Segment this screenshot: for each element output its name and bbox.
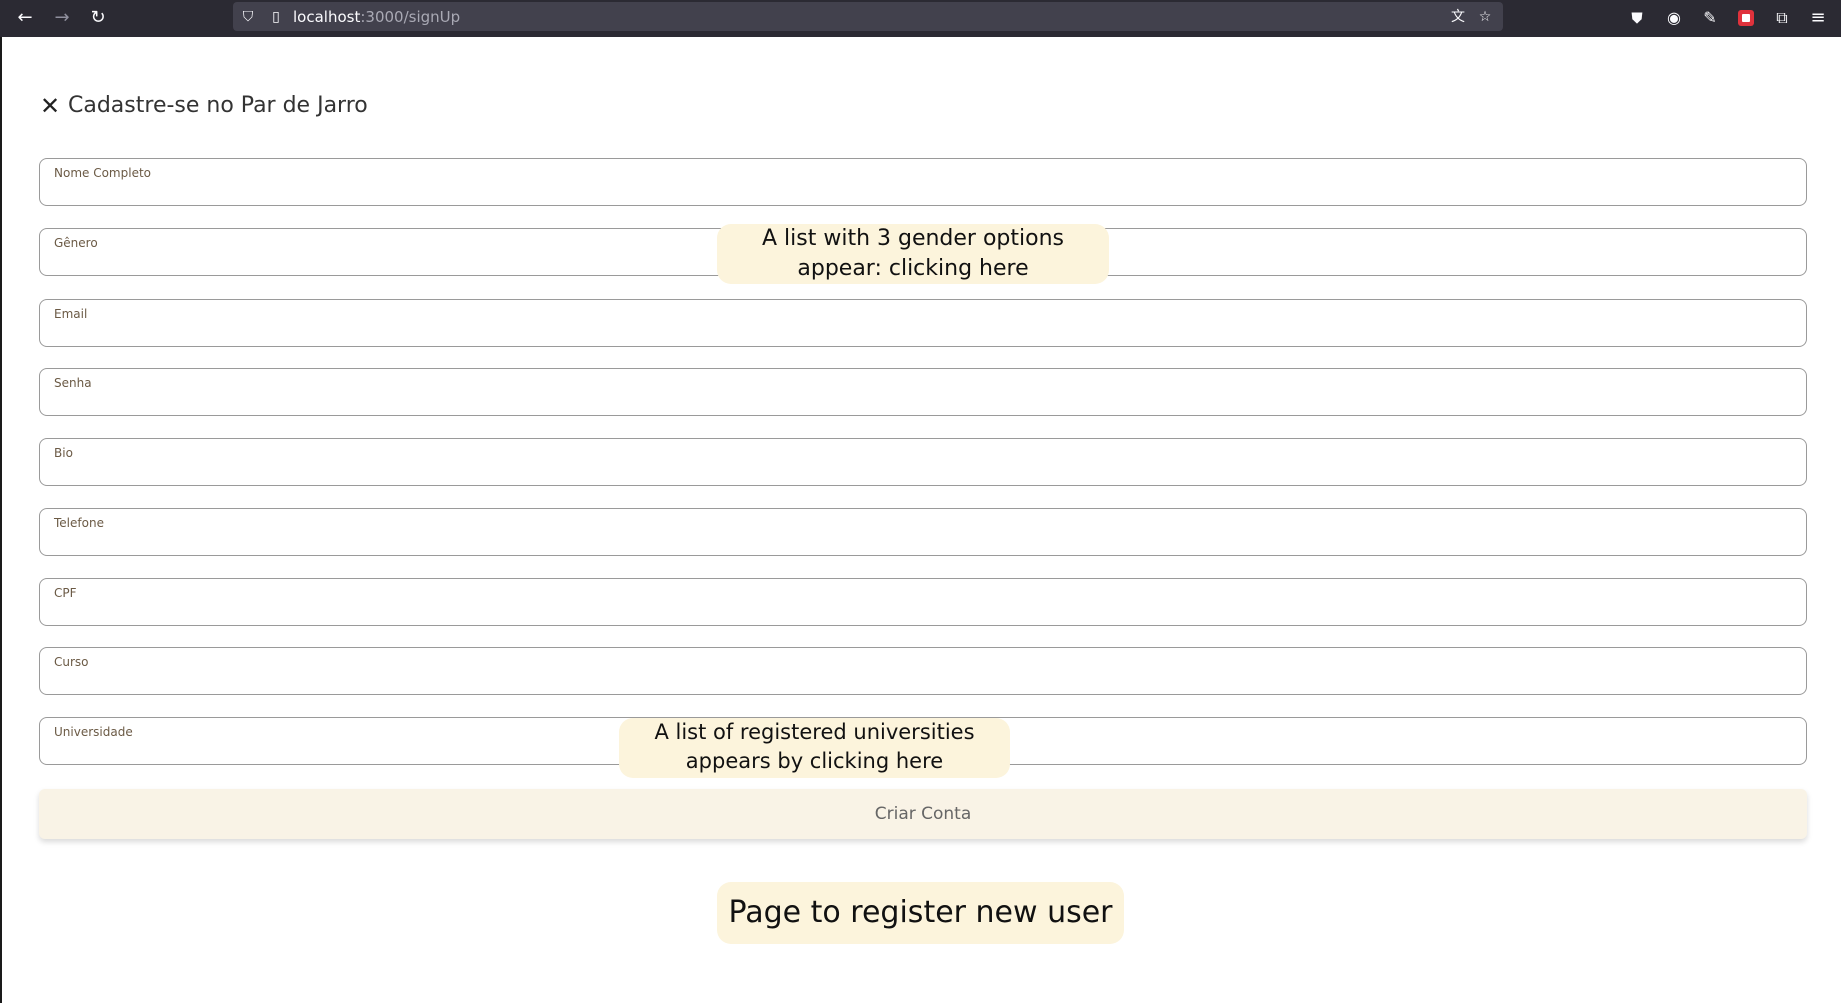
field-label: Bio — [54, 446, 73, 460]
university-annotation: A list of registered universities appear… — [619, 718, 1010, 778]
extension-red-icon[interactable] — [1733, 5, 1759, 31]
field-label: Gênero — [54, 236, 98, 250]
annotation-line: appear: clicking here — [797, 256, 1029, 281]
forward-icon[interactable]: → — [49, 5, 75, 31]
signup-page: ✕ Cadastre-se no Par de Jarro Nome Compl… — [0, 37, 1841, 1003]
annotation-line: A list of registered universities — [654, 720, 975, 744]
field-label: Senha — [54, 376, 92, 390]
gender-annotation: A list with 3 gender options appear: cli… — [717, 224, 1109, 284]
back-icon[interactable]: ← — [12, 5, 38, 31]
url-text[interactable]: localhost:3000/signUp — [293, 8, 460, 26]
star-icon[interactable]: ☆ — [1476, 8, 1494, 26]
field-label: Curso — [54, 655, 89, 669]
url-bar[interactable]: ⛉ ▯ localhost:3000/signUp 文 ☆ — [233, 2, 1503, 31]
reload-icon[interactable]: ↻ — [85, 5, 111, 31]
url-host: localhost — [293, 8, 361, 26]
shield-icon[interactable]: ⛉ — [239, 8, 257, 26]
extensions-icon[interactable]: ⧉ — [1769, 5, 1795, 31]
page-annotation: Page to register new user — [717, 882, 1124, 944]
cpf-field[interactable]: CPF — [39, 578, 1807, 626]
nome-completo-field[interactable]: Nome Completo — [39, 158, 1807, 206]
annotation-line: A list with 3 gender options — [761, 226, 1065, 251]
extension-icon[interactable]: ✎ — [1697, 5, 1723, 31]
criar-conta-button[interactable]: Criar Conta — [39, 789, 1807, 839]
page-title: Cadastre-se no Par de Jarro — [68, 93, 368, 118]
pocket-icon[interactable]: ⛊ — [1624, 5, 1650, 31]
close-icon[interactable]: ✕ — [40, 91, 60, 121]
field-label: Universidade — [54, 725, 133, 739]
telefone-field[interactable]: Telefone — [39, 508, 1807, 556]
field-label: Email — [54, 307, 88, 321]
annotation-line: appears by clicking here — [685, 749, 944, 773]
account-icon[interactable]: ◉ — [1661, 5, 1687, 31]
curso-field[interactable]: Curso — [39, 647, 1807, 695]
translate-icon[interactable]: 文 — [1449, 8, 1467, 26]
browser-toolbar: ← → ↻ ⛉ ▯ localhost:3000/signUp 文 ☆ ⛊ ◉ … — [0, 0, 1841, 37]
url-path: :3000/signUp — [360, 8, 461, 26]
field-label: CPF — [54, 586, 77, 600]
field-label: Telefone — [54, 516, 104, 530]
email-field[interactable]: Email — [39, 299, 1807, 347]
field-label: Nome Completo — [54, 166, 151, 180]
bio-field[interactable]: Bio — [39, 438, 1807, 486]
page-icon: ▯ — [272, 9, 280, 25]
menu-icon[interactable]: ≡ — [1805, 5, 1831, 31]
senha-field[interactable]: Senha — [39, 368, 1807, 416]
